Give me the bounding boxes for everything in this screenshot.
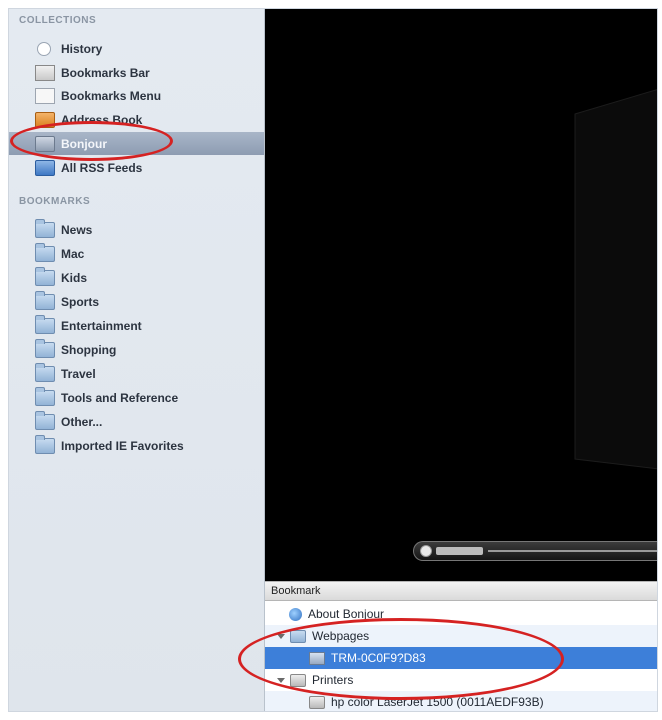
table-row-bonjour-webpage[interactable]: TRM-0C0F9?D83	[265, 647, 657, 669]
sidebar-item-shopping[interactable]: Shopping	[9, 338, 264, 361]
folder-icon	[35, 266, 55, 286]
bookmarks-header: BOOKMARKS	[19, 196, 91, 207]
sidebar-item-label: Bookmarks Bar	[61, 65, 150, 80]
table-row-label: Webpages	[312, 629, 370, 643]
globe-icon	[289, 607, 302, 621]
sidebar-item-label: News	[61, 222, 93, 237]
clock-icon	[37, 41, 51, 56]
table-row-label: About Bonjour	[308, 607, 385, 621]
rss-icon	[35, 159, 55, 176]
table-row-label: Printers	[312, 673, 354, 687]
collections-header: COLLECTIONS	[19, 15, 97, 26]
column-header-bookmark[interactable]: Bookmark	[265, 581, 657, 601]
preview-shape	[574, 89, 657, 470]
table-row-about-bonjour[interactable]: About Bonjour	[265, 603, 657, 625]
sidebar-item-label: Imported IE Favorites	[61, 438, 184, 453]
folder-icon	[35, 314, 55, 334]
scrubber-progress	[436, 547, 483, 555]
bookmarks-window: COLLECTIONS History Bookmarks Bar Bookma…	[8, 8, 658, 712]
sidebar-item-history[interactable]: History	[9, 37, 264, 60]
sidebar-item-travel[interactable]: Travel	[9, 362, 264, 385]
sidebar-item-label: All RSS Feeds	[61, 160, 143, 175]
sidebar-item-label: Tools and Reference	[61, 390, 179, 405]
printer-icon	[309, 695, 325, 709]
scrubber-knob[interactable]	[420, 545, 432, 557]
folder-icon	[35, 242, 55, 262]
folder-icon	[290, 629, 306, 643]
table-row-label: hp color LaserJet 1500 (0011AEDF93B)	[331, 695, 544, 709]
table-row-label: TRM-0C0F9?D83	[331, 651, 426, 665]
sidebar-item-bonjour[interactable]: Bonjour	[9, 132, 264, 155]
printer-icon	[290, 673, 306, 687]
sidebar-item-bookmarks-menu[interactable]: Bookmarks Menu	[9, 84, 264, 107]
address-book-icon	[35, 111, 55, 128]
sidebar-item-label: Address Book	[61, 112, 143, 127]
scrubber-track[interactable]	[488, 550, 657, 552]
sidebar-item-mac[interactable]: Mac	[9, 242, 264, 265]
sidebar-item-kids[interactable]: Kids	[9, 266, 264, 289]
table-row-webpages[interactable]: Webpages	[265, 625, 657, 647]
sidebar-item-all-rss-feeds[interactable]: All RSS Feeds	[9, 156, 264, 179]
bonjour-icon	[35, 135, 55, 152]
preview-pane	[265, 9, 657, 581]
bookmarks-bar-icon	[35, 64, 55, 81]
bookmark-table: Bookmark About Bonjour Webpages TRM-0C0F…	[265, 581, 657, 711]
sidebar-item-label: Bonjour	[61, 136, 107, 151]
folder-icon	[35, 290, 55, 310]
sidebar-item-label: Sports	[61, 294, 100, 309]
sidebar-item-tools-and-reference[interactable]: Tools and Reference	[9, 386, 264, 409]
sidebar-item-label: Bookmarks Menu	[61, 88, 162, 103]
folder-icon	[35, 218, 55, 238]
table-row-printer-item[interactable]: hp color LaserJet 1500 (0011AEDF93B)	[265, 691, 657, 711]
sidebar-item-label: Entertainment	[61, 318, 142, 333]
bonjour-icon	[309, 651, 325, 665]
folder-icon	[35, 410, 55, 430]
sidebar: COLLECTIONS History Bookmarks Bar Bookma…	[9, 9, 265, 711]
sidebar-item-entertainment[interactable]: Entertainment	[9, 314, 264, 337]
folder-icon	[35, 434, 55, 454]
bookmarks-menu-icon	[35, 87, 55, 104]
sidebar-item-sports[interactable]: Sports	[9, 290, 264, 313]
sidebar-item-bookmarks-bar[interactable]: Bookmarks Bar	[9, 61, 264, 84]
sidebar-item-label: Kids	[61, 270, 88, 285]
folder-icon	[35, 386, 55, 406]
folder-icon	[35, 338, 55, 358]
sidebar-item-other[interactable]: Other...	[9, 410, 264, 433]
sidebar-item-label: Travel	[61, 366, 96, 381]
folder-icon	[35, 362, 55, 382]
disclosure-triangle-icon[interactable]	[277, 633, 285, 639]
sidebar-item-address-book[interactable]: Address Book	[9, 108, 264, 131]
video-scrubber[interactable]	[413, 541, 657, 561]
disclosure-triangle-icon[interactable]	[277, 677, 285, 683]
sidebar-item-label: History	[61, 41, 103, 56]
sidebar-item-imported-ie-favorites[interactable]: Imported IE Favorites	[9, 434, 264, 457]
sidebar-item-label: Shopping	[61, 342, 117, 357]
sidebar-item-label: Other...	[61, 414, 103, 429]
table-row-printers[interactable]: Printers	[265, 669, 657, 691]
sidebar-item-news[interactable]: News	[9, 218, 264, 241]
sidebar-item-label: Mac	[61, 246, 85, 261]
